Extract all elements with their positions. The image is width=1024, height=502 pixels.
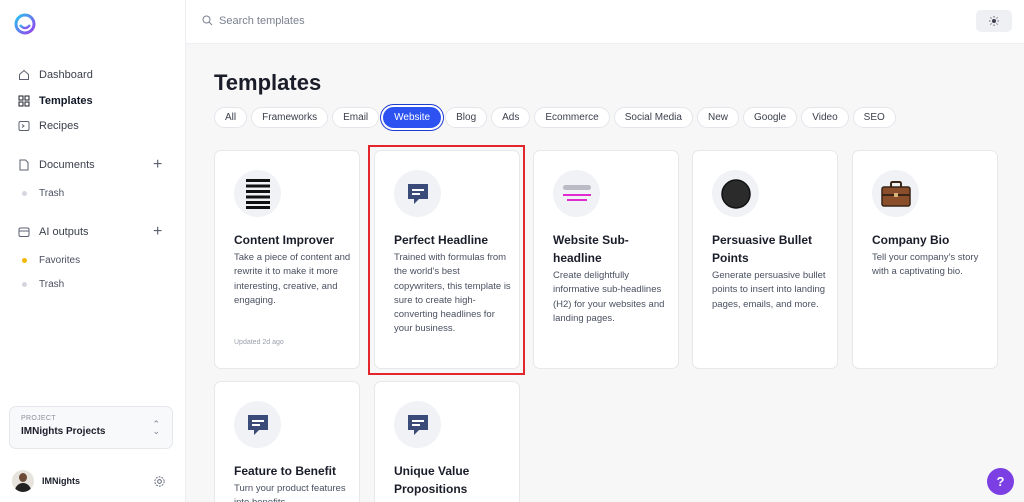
card-title: Content Improver [234, 233, 335, 247]
app-logo-icon[interactable] [13, 12, 37, 36]
nav-ai-outputs[interactable]: AI outputs [18, 226, 89, 238]
project-caption: PROJECT [21, 415, 56, 422]
sidebar: Dashboard Templates Recipes Documents + … [0, 0, 186, 502]
nav-ai-outputs-label: AI outputs [39, 226, 89, 238]
ai-trash-item[interactable]: Trash [22, 279, 64, 290]
trash-dot-icon [22, 282, 27, 287]
page-title: Templates [214, 70, 322, 95]
ai-trash-label: Trash [39, 279, 65, 290]
nav-documents[interactable]: Documents [18, 159, 95, 171]
project-selector[interactable]: PROJECT IMNights Projects ⌃ ⌄ [9, 406, 173, 449]
chat-bubble-icon [394, 401, 441, 448]
project-name: IMNights Projects [21, 426, 106, 437]
tab-new[interactable]: New [696, 107, 739, 128]
tab-blog[interactable]: Blog [445, 107, 488, 128]
tab-ecommerce[interactable]: Ecommerce [534, 107, 610, 128]
nav-recipes-label: Recipes [39, 120, 79, 132]
gear-icon[interactable] [153, 475, 166, 488]
tab-seo[interactable]: SEO [852, 107, 896, 128]
tab-website[interactable]: Website [383, 107, 442, 128]
subheadline-icon [553, 170, 600, 217]
nav-templates[interactable]: Templates [18, 95, 93, 107]
card-description: Create delightfully informative sub-head… [553, 270, 665, 324]
template-card-unique-value-propositions[interactable]: Unique Value Propositions [374, 381, 520, 502]
category-tabs: All Frameworks Email Website Blog Ads Ec… [214, 107, 896, 128]
template-card-company-bio[interactable]: Company Bio Tell your company's story wi… [852, 150, 998, 369]
card-title: Company Bio [872, 233, 950, 247]
briefcase-icon [872, 170, 919, 217]
card-description: Generate persuasive bullet points to ins… [712, 270, 826, 310]
favorites-label: Favorites [39, 255, 81, 266]
chat-bubble-icon [234, 401, 281, 448]
card-title: Unique Value Propositions [394, 464, 470, 496]
bullet-icon [712, 170, 759, 217]
favorites-dot-icon [22, 258, 27, 263]
recipe-icon [18, 121, 30, 131]
trash-dot-icon [22, 191, 27, 196]
user-name: IMNights [42, 476, 80, 486]
search-icon [202, 15, 213, 26]
nav-templates-label: Templates [39, 95, 93, 107]
template-card-content-improver[interactable]: Content Improver Take a piece of content… [214, 150, 360, 369]
template-card-persuasive-bullet-points[interactable]: Persuasive Bullet Points Generate persua… [692, 150, 838, 369]
user-profile[interactable]: IMNights [12, 470, 80, 492]
selection-highlight [368, 145, 525, 375]
avatar [12, 470, 34, 492]
nav-dashboard[interactable]: Dashboard [18, 69, 93, 81]
add-document-icon[interactable]: + [153, 157, 162, 173]
grid-icon [18, 95, 30, 107]
help-button[interactable]: ? [987, 468, 1014, 495]
folder-icon [18, 227, 30, 237]
add-ai-output-icon[interactable]: + [153, 224, 162, 240]
top-bar [186, 0, 1024, 44]
nav-dashboard-label: Dashboard [39, 69, 93, 81]
bars-icon [234, 170, 281, 217]
card-title: Feature to Benefit [234, 464, 337, 478]
template-card-feature-to-benefit[interactable]: Feature to Benefit Turn your product fea… [214, 381, 360, 502]
home-icon [19, 69, 29, 80]
card-description: Take a piece of content and rewrite it t… [234, 252, 351, 306]
tab-frameworks[interactable]: Frameworks [251, 107, 329, 128]
theme-toggle-button[interactable] [976, 10, 1012, 32]
tab-email[interactable]: Email [332, 107, 380, 128]
tab-video[interactable]: Video [801, 107, 849, 128]
nav-recipes[interactable]: Recipes [18, 120, 79, 132]
nav-documents-label: Documents [39, 159, 95, 171]
tab-social-media[interactable]: Social Media [613, 107, 693, 128]
template-card-website-sub-headline[interactable]: Website Sub-headline Create delightfully… [533, 150, 679, 369]
card-title: Website Sub-headline [553, 233, 629, 265]
document-icon [19, 159, 29, 171]
favorites-item[interactable]: Favorites [22, 255, 80, 266]
search-input[interactable] [219, 12, 519, 30]
card-description: Turn your product features into benefits [234, 483, 346, 502]
tab-all[interactable]: All [214, 107, 248, 128]
tab-google[interactable]: Google [743, 107, 798, 128]
chevron-updown-icon: ⌃ ⌄ [152, 419, 160, 436]
card-title: Persuasive Bullet Points [712, 233, 813, 265]
documents-trash-label: Trash [39, 188, 65, 199]
tab-ads[interactable]: Ads [491, 107, 531, 128]
card-description: Tell your company's story with a captiva… [872, 252, 979, 278]
card-updated: Updated 2d ago [234, 339, 284, 346]
sun-icon [989, 16, 999, 26]
documents-trash-item[interactable]: Trash [22, 188, 64, 199]
